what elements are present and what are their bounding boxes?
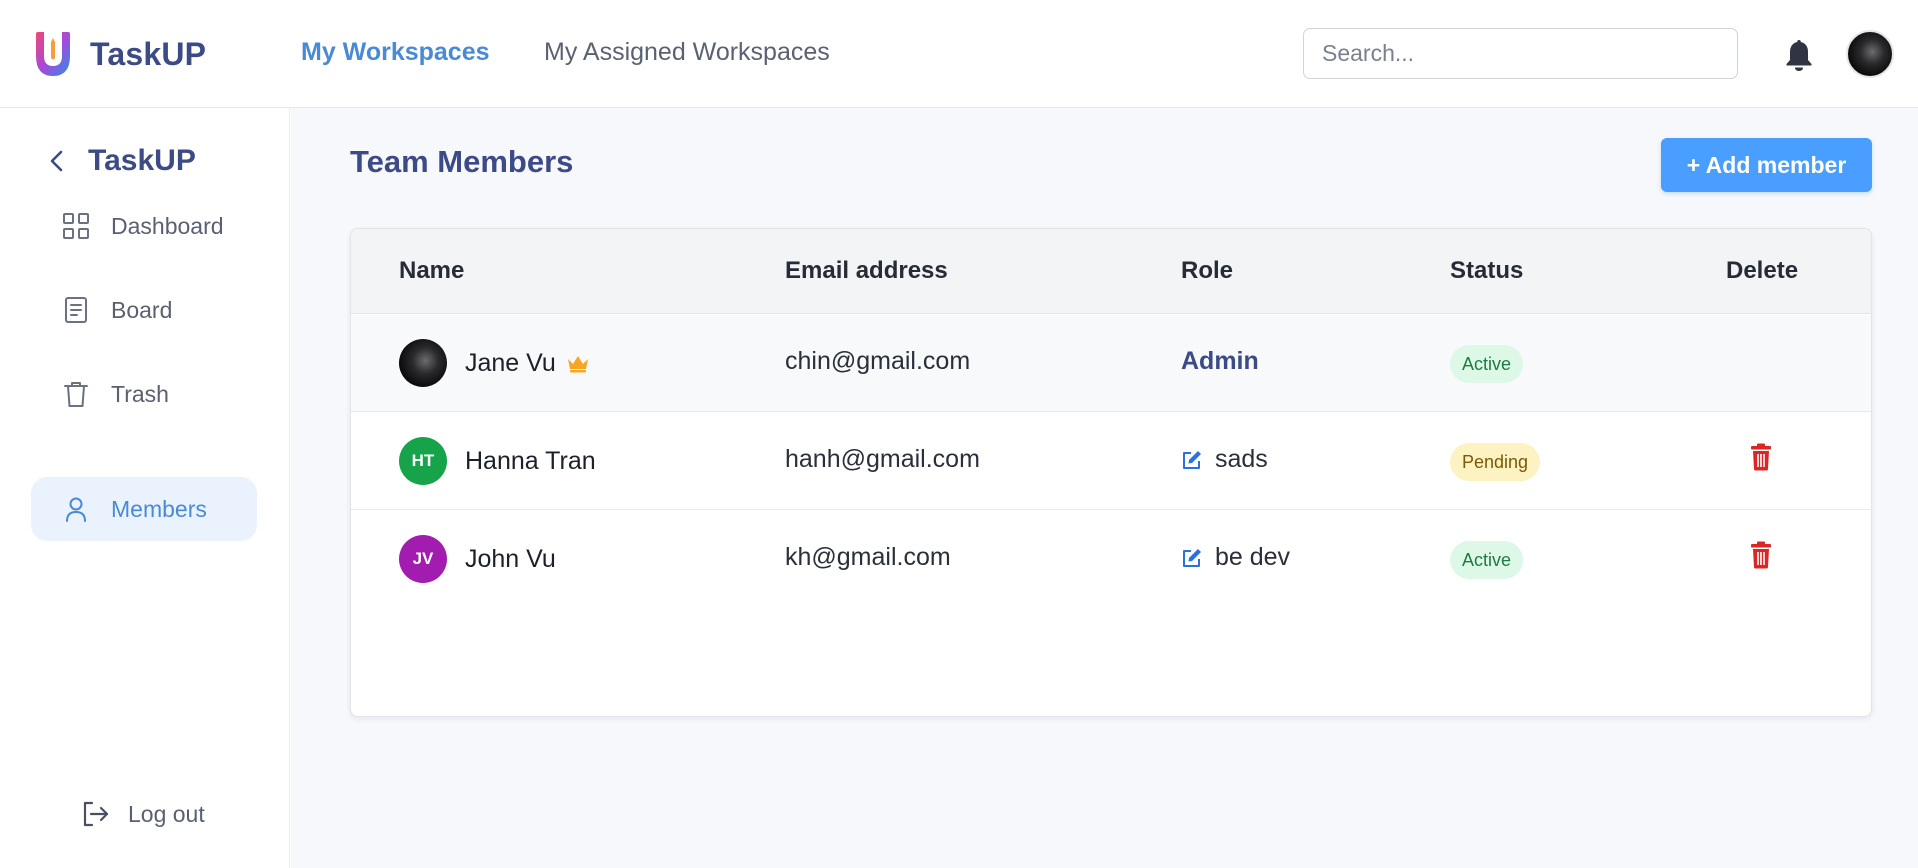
edit-icon <box>1183 450 1201 469</box>
avatar: HT <box>399 437 447 485</box>
member-name: Jane Vu <box>465 348 556 377</box>
member-role: sads <box>1215 445 1268 473</box>
status-badge: Active <box>1450 541 1524 579</box>
member-name: John Vu <box>465 544 556 573</box>
logout-label: Log out <box>128 800 205 827</box>
sidebar: TaskUP Dashboard Board Trash Members Log… <box>0 108 290 868</box>
member-name-cell: HT Hanna Tran <box>399 437 596 485</box>
grid-icon <box>63 213 89 239</box>
table-row: Jane Vu chin@gmail.com Admin Active <box>351 315 1871 412</box>
brand[interactable]: TaskUP <box>32 30 206 78</box>
user-avatar[interactable] <box>1846 30 1894 78</box>
add-member-button[interactable]: + Add member <box>1661 138 1872 192</box>
main-content: Team Members + Add member Name Email add… <box>291 108 1918 868</box>
member-name-cell: Jane Vu <box>399 339 590 387</box>
sidebar-item-board[interactable]: Board <box>31 278 257 342</box>
column-header-name: Name <box>399 257 465 284</box>
delete-icon[interactable] <box>1749 541 1773 569</box>
sidebar-item-label: Dashboard <box>111 212 224 239</box>
member-name-cell: JV John Vu <box>399 535 556 583</box>
sidebar-title: TaskUP <box>88 144 196 177</box>
search-input[interactable] <box>1303 28 1738 79</box>
member-email: hanh@gmail.com <box>785 445 980 473</box>
nav-my-assigned-workspaces[interactable]: My Assigned Workspaces <box>544 36 830 68</box>
table-row: HT Hanna Tran hanh@gmail.com sads Pendin… <box>351 413 1871 510</box>
sidebar-item-trash[interactable]: Trash <box>31 362 257 426</box>
member-email: kh@gmail.com <box>785 543 951 571</box>
bell-icon[interactable] <box>1784 38 1814 72</box>
sidebar-back[interactable]: TaskUP <box>46 144 196 178</box>
taskup-logo-icon <box>36 32 70 76</box>
avatar: JV <box>399 535 447 583</box>
member-role: be dev <box>1215 543 1291 571</box>
sidebar-item-dashboard[interactable]: Dashboard <box>31 194 257 258</box>
status-badge: Active <box>1450 345 1524 383</box>
avatar <box>399 339 447 387</box>
logout-button[interactable]: Log out <box>80 798 205 830</box>
brand-name: TaskUP <box>90 35 207 72</box>
sidebar-item-label: Trash <box>111 380 169 407</box>
delete-icon[interactable] <box>1749 443 1773 471</box>
column-header-delete: Delete <box>1726 257 1799 284</box>
crown-icon <box>567 356 588 373</box>
trash-icon <box>64 382 88 407</box>
members-table: Name Email address Role Status Delete Ja… <box>350 228 1872 717</box>
edit-role-button[interactable]: be dev <box>1181 543 1290 572</box>
column-header-role: Role <box>1181 257 1234 284</box>
edit-role-button[interactable]: sads <box>1181 445 1268 474</box>
chevron-left-icon <box>50 150 63 172</box>
nav-my-workspaces[interactable]: My Workspaces <box>301 36 490 68</box>
status-badge: Pending <box>1450 443 1541 481</box>
sidebar-item-label: Board <box>111 296 173 323</box>
page-title: Team Members <box>350 144 574 179</box>
column-header-status: Status <box>1450 257 1524 284</box>
document-icon <box>65 297 87 323</box>
table-row: JV John Vu kh@gmail.com be dev Active <box>351 511 1871 608</box>
sidebar-item-members[interactable]: Members <box>31 477 257 541</box>
top-header: TaskUP My Workspaces My Assigned Workspa… <box>0 0 1918 108</box>
member-email: chin@gmail.com <box>785 347 971 375</box>
table-header: Name Email address Role Status Delete <box>351 229 1871 314</box>
user-icon <box>66 497 86 522</box>
column-header-email: Email address <box>785 257 948 284</box>
logout-icon <box>83 801 109 827</box>
member-role: Admin <box>1181 347 1259 375</box>
sidebar-item-label: Members <box>111 495 207 522</box>
member-name: Hanna Tran <box>465 446 596 475</box>
edit-icon <box>1183 548 1201 567</box>
